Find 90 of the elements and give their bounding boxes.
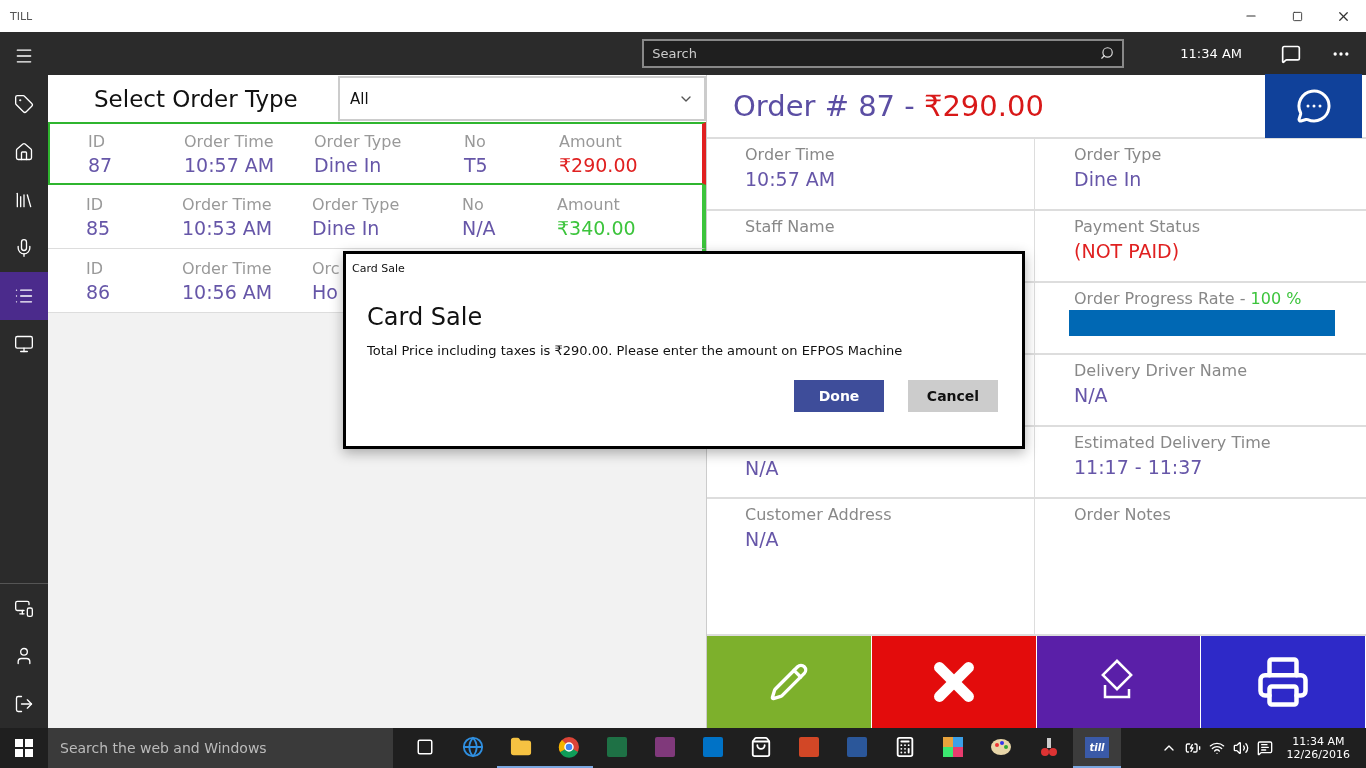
cell-value: 10:57 AM (184, 153, 275, 176)
payment-button[interactable] (1036, 636, 1201, 728)
column-label: Order Time (182, 258, 272, 278)
calculator-icon[interactable] (894, 736, 916, 758)
field-label: Order Notes (1074, 505, 1172, 524)
cell-value: Dine In (314, 153, 382, 176)
field-value: N/A (1074, 384, 1109, 406)
column-label: Order Type (314, 131, 402, 151)
field-value: (NOT PAID) (1074, 240, 1181, 262)
pencil-icon (768, 662, 809, 702)
search-field[interactable]: Search (642, 39, 1125, 68)
folder-icon[interactable] (510, 736, 532, 758)
field-label: Order Time (745, 145, 836, 164)
cell-value: 10:53 AM (182, 216, 273, 239)
cell-value: 86 (86, 280, 111, 303)
sms-button[interactable] (1265, 74, 1362, 138)
column-label: Order Type (312, 194, 400, 214)
search-icon[interactable] (1100, 46, 1115, 60)
column-label: Amount (557, 194, 620, 214)
field-label: Staff Name (745, 217, 836, 236)
order-row[interactable]: ID 87 Order Time 10:57 AM Order Type Dine In No T5 Amount ₹290.00 (48, 122, 706, 185)
field-label: Payment Status (1074, 217, 1202, 236)
devices-icon (14, 598, 34, 618)
task-view-icon[interactable] (416, 738, 434, 756)
spreadsheet-icon[interactable] (606, 736, 628, 758)
column-label: Order Time (184, 131, 274, 151)
cell-value: ₹290.00 (559, 153, 638, 176)
cell-value: 10:56 AM (182, 280, 273, 303)
field-value: 11:17 - 11:37 (1074, 456, 1204, 478)
field-label: Order Progress Rate - 100 % (1074, 289, 1303, 308)
dialog-caption: Card Sale (352, 262, 406, 275)
dialog-title: Card Sale (367, 303, 484, 331)
column-label: Amount (559, 131, 622, 151)
printer-icon (1256, 655, 1311, 709)
taskbar-time: 11:34 AM (1292, 735, 1345, 748)
chat-bubble-icon (1295, 88, 1332, 124)
cell-value: N/A (462, 216, 496, 239)
mail-icon[interactable] (702, 736, 724, 758)
wifi-icon[interactable] (1208, 740, 1225, 756)
cell-value: T5 (464, 153, 488, 176)
notification-icon[interactable] (1256, 740, 1273, 756)
field-label: Order Type (1074, 145, 1163, 164)
field-value: Dine In (1074, 168, 1143, 190)
cell-value: ₹340.00 (557, 216, 636, 239)
presentation-icon[interactable] (798, 736, 820, 758)
exit-icon (14, 694, 34, 714)
order-row[interactable]: ID 85 Order Time 10:53 AM Order Type Dine In No N/A Amount ₹340.00 (48, 185, 706, 249)
library-icon (14, 190, 34, 210)
maximize-icon[interactable] (1291, 10, 1303, 22)
monitor-icon (14, 334, 34, 354)
battery-icon[interactable] (1184, 740, 1201, 756)
store-icon[interactable] (750, 736, 772, 758)
tag-icon (14, 94, 34, 114)
column-label: No (464, 131, 486, 151)
cancel-order-button[interactable] (871, 636, 1036, 728)
volume-icon[interactable] (1232, 740, 1249, 756)
field-label: Customer Address (745, 505, 893, 524)
browser-icon[interactable] (558, 736, 580, 758)
order-type-dropdown[interactable]: All (338, 76, 706, 121)
column-label: ID (88, 131, 106, 151)
windows-icon[interactable] (15, 739, 33, 757)
field-label: Delivery Driver Name (1074, 361, 1249, 380)
till-app-icon[interactable]: till (1085, 736, 1109, 758)
palette-icon[interactable] (990, 736, 1012, 758)
field-label: Estimated Delivery Time (1074, 433, 1272, 452)
home-icon (14, 142, 34, 162)
taskbar-date: 12/26/2016 (1286, 748, 1350, 761)
tiles-icon[interactable] (942, 736, 964, 758)
taskbar-search-field[interactable]: Search the web and Windows (48, 728, 393, 768)
column-label: ID (86, 194, 104, 214)
dialog-message: Total Price including taxes is ₹290.00. Please enter the amount on EFPOS Machine (367, 343, 904, 358)
section-title: Select Order Type (93, 85, 299, 112)
dialog-button[interactable]: Done (794, 380, 884, 412)
field-value: N/A (745, 528, 780, 550)
dialog-button[interactable]: Cancel (908, 380, 998, 412)
cell-value: 87 (88, 153, 113, 176)
window-title: TILL (10, 9, 34, 23)
message-icon[interactable] (1281, 43, 1301, 64)
cell-value: Dine In (312, 216, 380, 239)
column-label: Orc (312, 258, 340, 278)
order-title: Order # 87 - ₹290.00 (732, 89, 1044, 123)
cell-value: 85 (86, 216, 111, 239)
field-value: N/A (745, 457, 780, 479)
clock-text: 11:34 AM (1180, 46, 1242, 61)
column-label: Order Time (182, 194, 272, 214)
field-value: 10:57 AM (745, 168, 837, 190)
cell-value: Ho (312, 280, 338, 303)
column-label: No (462, 194, 484, 214)
column-label: ID (86, 258, 104, 278)
print-button[interactable] (1201, 636, 1365, 728)
